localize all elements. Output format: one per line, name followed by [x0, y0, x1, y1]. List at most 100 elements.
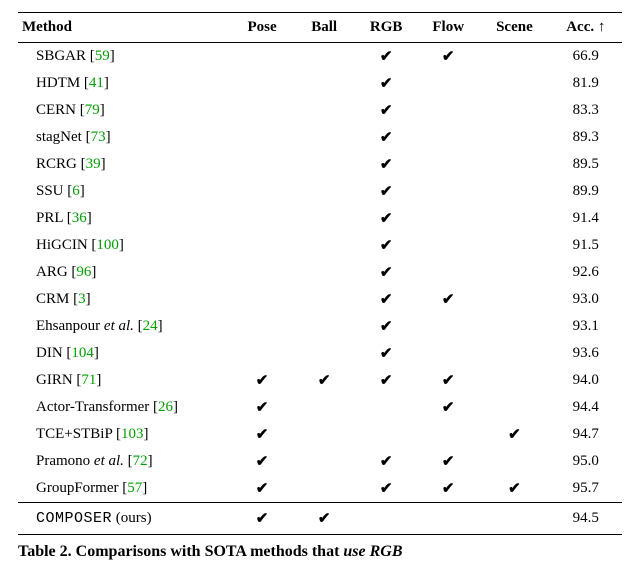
- method-name: HiGCIN: [36, 237, 88, 253]
- cite-close: ]: [101, 156, 106, 172]
- rgb-cell: ✔: [355, 151, 417, 178]
- check-icon: ✔: [318, 371, 331, 390]
- method-name: DIN: [36, 345, 63, 361]
- scene-cell: [479, 448, 549, 475]
- pose-cell: [231, 178, 293, 205]
- rgb-cell: ✔: [355, 232, 417, 259]
- check-icon: ✔: [380, 47, 393, 66]
- pose-cell: [231, 232, 293, 259]
- citation-link[interactable]: 71: [81, 372, 96, 388]
- check-icon: ✔: [508, 479, 521, 498]
- method-name: RCRG: [36, 156, 77, 172]
- flow-cell: [417, 421, 479, 448]
- flow-cell: ✔: [417, 394, 479, 421]
- scene-cell: [479, 43, 549, 71]
- citation-link[interactable]: 103: [121, 426, 144, 442]
- table-row: GIRN [71]✔✔✔✔94.0: [18, 367, 622, 394]
- accuracy-cell: 93.6: [550, 340, 622, 367]
- pose-cell: [231, 97, 293, 124]
- method-name: GIRN: [36, 372, 73, 388]
- flow-cell: [417, 503, 479, 535]
- check-icon: ✔: [380, 182, 393, 201]
- ball-cell: [293, 394, 355, 421]
- scene-cell: [479, 97, 549, 124]
- accuracy-cell: 91.5: [550, 232, 622, 259]
- check-icon: ✔: [256, 509, 269, 528]
- check-icon: ✔: [442, 452, 455, 471]
- cite-close: ]: [87, 210, 92, 226]
- citation-link[interactable]: 100: [96, 237, 119, 253]
- citation-link[interactable]: 96: [76, 264, 91, 280]
- citation-link[interactable]: 104: [71, 345, 94, 361]
- citation-link[interactable]: 3: [78, 291, 86, 307]
- flow-cell: ✔: [417, 475, 479, 503]
- ball-cell: [293, 448, 355, 475]
- table-header-row: Method Pose Ball RGB Flow Scene Acc. ↑: [18, 13, 622, 43]
- citation-link[interactable]: 73: [91, 129, 106, 145]
- citation-link[interactable]: 72: [133, 453, 148, 469]
- check-icon: ✔: [442, 479, 455, 498]
- rgb-cell: ✔: [355, 475, 417, 503]
- citation-link[interactable]: 79: [85, 102, 100, 118]
- accuracy-cell: 92.6: [550, 259, 622, 286]
- table-row: HiGCIN [100]✔91.5: [18, 232, 622, 259]
- ball-cell: ✔: [293, 367, 355, 394]
- method-name: GroupFormer: [36, 480, 119, 496]
- scene-cell: [479, 313, 549, 340]
- citation-link[interactable]: 39: [86, 156, 101, 172]
- ball-cell: [293, 124, 355, 151]
- scene-cell: ✔: [479, 475, 549, 503]
- cite-close: ]: [94, 345, 99, 361]
- method-cell: CRM [3]: [18, 286, 231, 313]
- ball-cell: [293, 97, 355, 124]
- method-cell: RCRG [39]: [18, 151, 231, 178]
- method-name: HDTM: [36, 75, 80, 91]
- check-icon: ✔: [380, 74, 393, 93]
- method-name: SBGAR: [36, 48, 86, 64]
- citation-link[interactable]: 6: [72, 183, 80, 199]
- check-icon: ✔: [380, 371, 393, 390]
- method-name: Pramono: [36, 453, 90, 469]
- col-method: Method: [18, 13, 231, 43]
- method-cell: ARG [96]: [18, 259, 231, 286]
- flow-cell: [417, 124, 479, 151]
- check-icon: ✔: [256, 452, 269, 471]
- table-row: ARG [96]✔92.6: [18, 259, 622, 286]
- rgb-cell: ✔: [355, 70, 417, 97]
- citation-link[interactable]: 26: [158, 399, 173, 415]
- pose-cell: ✔: [231, 394, 293, 421]
- method-cell: SBGAR [59]: [18, 43, 231, 71]
- table-row: TCE+STBiP [103]✔✔94.7: [18, 421, 622, 448]
- scene-cell: [479, 151, 549, 178]
- table-row: DIN [104]✔93.6: [18, 340, 622, 367]
- cite-close: ]: [106, 129, 111, 145]
- flow-cell: [417, 151, 479, 178]
- check-icon: ✔: [256, 425, 269, 444]
- table-row: Ehsanpour et al. [24]✔93.1: [18, 313, 622, 340]
- table-row: Actor-Transformer [26]✔✔94.4: [18, 394, 622, 421]
- flow-cell: [417, 97, 479, 124]
- check-icon: ✔: [380, 452, 393, 471]
- table-row: stagNet [73]✔89.3: [18, 124, 622, 151]
- table-row: Pramono et al. [72]✔✔✔95.0: [18, 448, 622, 475]
- method-name: COMPOSER: [36, 510, 112, 527]
- pose-cell: [231, 313, 293, 340]
- caption-label: Table 2.: [18, 543, 72, 560]
- citation-link[interactable]: 36: [72, 210, 87, 226]
- flow-cell: [417, 205, 479, 232]
- rgb-cell: [355, 421, 417, 448]
- citation-link[interactable]: 57: [127, 480, 142, 496]
- rgb-cell: ✔: [355, 43, 417, 71]
- cite-close: ]: [142, 480, 147, 496]
- table-row: SBGAR [59]✔✔66.9: [18, 43, 622, 71]
- citation-link[interactable]: 41: [89, 75, 104, 91]
- accuracy-cell: 95.0: [550, 448, 622, 475]
- method-cell: CERN [79]: [18, 97, 231, 124]
- accuracy-cell: 93.1: [550, 313, 622, 340]
- citation-link[interactable]: 59: [95, 48, 110, 64]
- ball-cell: [293, 421, 355, 448]
- method-cell: SSU [6]: [18, 178, 231, 205]
- citation-link[interactable]: 24: [143, 318, 158, 334]
- results-table: Method Pose Ball RGB Flow Scene Acc. ↑ S…: [18, 12, 622, 535]
- scene-cell: [479, 124, 549, 151]
